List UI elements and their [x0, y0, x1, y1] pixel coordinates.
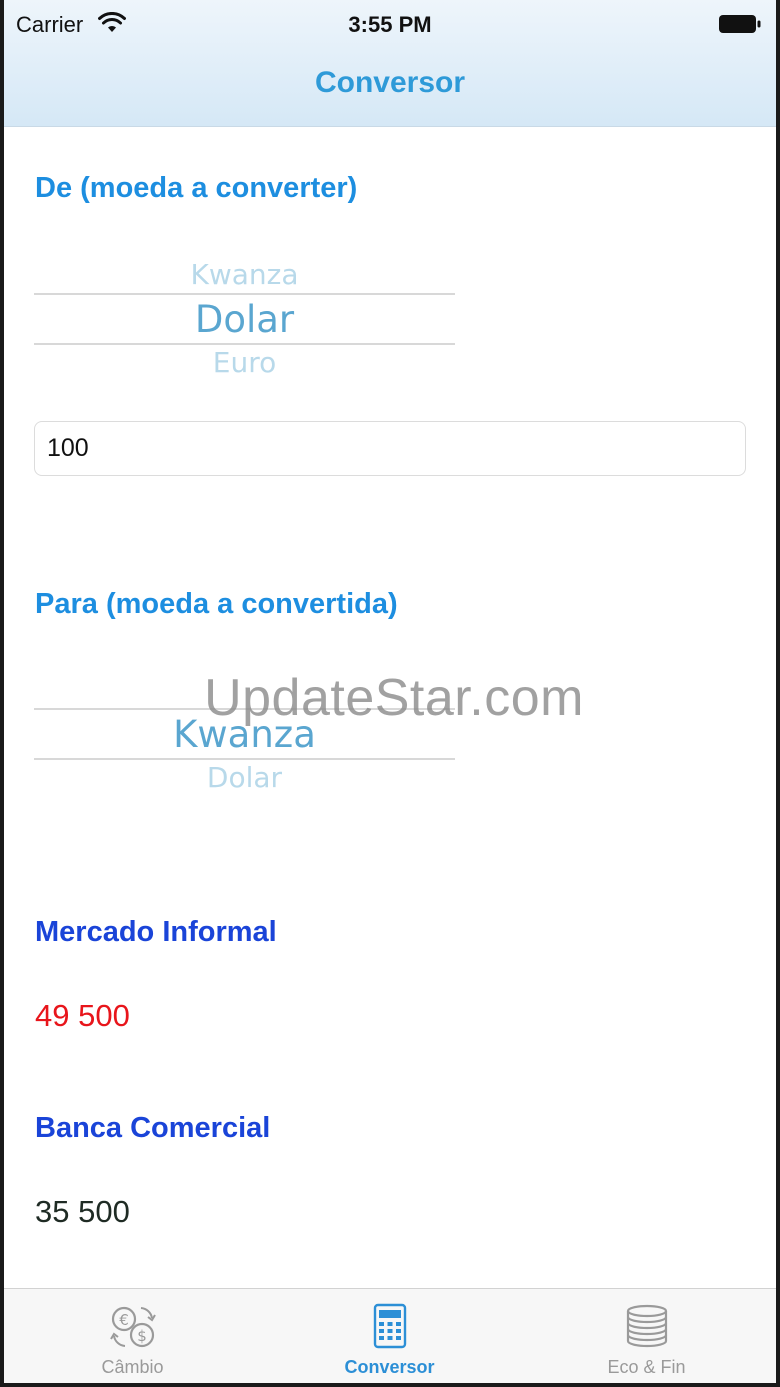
tab-label: Conversor [344, 1357, 435, 1377]
tab-eco-fin[interactable]: Eco & Fin [518, 1289, 775, 1383]
amount-input[interactable] [34, 421, 746, 476]
coins-stack-icon [626, 1304, 668, 1348]
page-title: Conversor [314, 66, 466, 99]
battery-icon [719, 15, 761, 33]
navigation-bar: Carrier 3:55 PM Conversor [4, 0, 776, 127]
picker-selection-line [34, 758, 455, 760]
commercial-bank-value: 35 500 [35, 1194, 130, 1229]
status-time: 3:55 PM [348, 12, 432, 37]
tab-label: Eco & Fin [607, 1357, 686, 1377]
tab-cambio[interactable]: € $ Câmbio [4, 1289, 261, 1383]
informal-market-value: 49 500 [35, 998, 130, 1033]
picker-option[interactable]: Dolar [34, 761, 455, 791]
picker-option[interactable]: Euro [34, 346, 455, 376]
commercial-bank-title: Banca Comercial [35, 1112, 271, 1144]
picker-selected-option[interactable]: Dolar [34, 298, 455, 341]
from-currency-picker[interactable]: Kwanza Dolar Euro [34, 252, 455, 402]
to-currency-title: Para (moeda a convertida) [35, 588, 398, 620]
tab-bar: € $ Câmbio Conversor Eco & Fin [4, 1288, 776, 1383]
picker-selection-line [34, 293, 455, 295]
calculator-icon [373, 1303, 407, 1349]
tab-conversor[interactable]: Conversor [261, 1289, 518, 1383]
picker-selection-line [34, 343, 455, 345]
tab-label: Câmbio [101, 1357, 164, 1377]
svg-text:$: $ [137, 1327, 147, 1345]
informal-market-title: Mercado Informal [35, 916, 277, 948]
watermark-text: UpdateStar.com [204, 669, 584, 727]
currency-exchange-icon: € $ [110, 1306, 156, 1348]
app-screen: Carrier 3:55 PM Conversor De (moeda a co… [4, 0, 776, 1383]
picker-option[interactable]: Kwanza [34, 258, 455, 291]
svg-text:€: € [119, 1311, 129, 1329]
from-currency-title: De (moeda a converter) [35, 172, 358, 204]
